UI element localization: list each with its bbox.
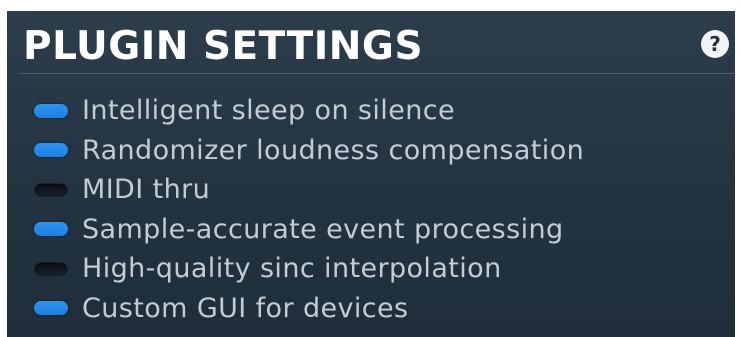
panel-title: PLUGIN SETTINGS bbox=[23, 24, 424, 69]
title-divider bbox=[19, 73, 735, 74]
option-custom-gui[interactable]: Custom GUI for devices bbox=[34, 289, 584, 329]
option-midi-thru[interactable]: MIDI thru bbox=[34, 170, 584, 210]
plugin-settings-panel: PLUGIN SETTINGS ? Intelligent sleep on s… bbox=[7, 11, 735, 337]
toggle-switch[interactable] bbox=[34, 182, 68, 197]
question-mark-icon[interactable]: ? bbox=[701, 30, 729, 58]
option-sinc-interpolation[interactable]: High-quality sinc interpolation bbox=[34, 249, 584, 289]
option-label: Intelligent sleep on silence bbox=[82, 95, 455, 127]
toggle-switch[interactable] bbox=[34, 143, 68, 158]
option-label: Randomizer loudness compensation bbox=[82, 134, 585, 166]
option-label: Custom GUI for devices bbox=[82, 292, 409, 324]
option-label: High-quality sinc interpolation bbox=[82, 253, 502, 285]
option-sample-accurate-processing[interactable]: Sample-accurate event processing bbox=[34, 210, 584, 250]
toggle-switch[interactable] bbox=[34, 301, 68, 316]
toggle-switch[interactable] bbox=[34, 222, 68, 237]
settings-option-list: Intelligent sleep on silence Randomizer … bbox=[34, 91, 584, 328]
option-label: Sample-accurate event processing bbox=[82, 213, 564, 245]
option-randomizer-loudness-compensation[interactable]: Randomizer loudness compensation bbox=[34, 131, 584, 171]
option-label: MIDI thru bbox=[82, 174, 211, 206]
option-intelligent-sleep[interactable]: Intelligent sleep on silence bbox=[34, 91, 584, 131]
toggle-switch[interactable] bbox=[34, 103, 68, 118]
toggle-switch[interactable] bbox=[34, 261, 68, 276]
